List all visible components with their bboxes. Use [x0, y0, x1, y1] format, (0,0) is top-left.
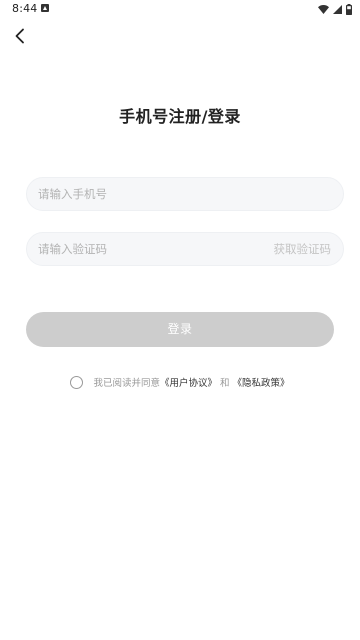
back-button[interactable] [8, 24, 32, 48]
agreement-and: 和 [220, 378, 230, 389]
get-code-button[interactable]: 获取验证码 [274, 233, 332, 265]
status-time: 8:44 [12, 2, 38, 15]
page-title: 手机号注册/登录 [119, 107, 241, 126]
battery-icon [346, 3, 352, 15]
status-bar: 8:44 [0, 0, 360, 18]
chevron-left-icon [15, 28, 24, 44]
phone-field [26, 177, 344, 211]
agreement-prefix: 我已阅读并同意 [93, 378, 160, 389]
verification-code-input[interactable] [38, 233, 238, 265]
phone-input[interactable] [38, 178, 328, 210]
code-field: 获取验证码 [26, 232, 344, 266]
login-button[interactable]: 登录 [26, 312, 334, 347]
agree-checkbox[interactable] [70, 375, 84, 389]
agreement-row: 我已阅读并同意 《用户协议》 和 《隐私政策》 [0, 374, 360, 390]
status-icons [318, 3, 352, 15]
notification-icon [41, 4, 49, 12]
signal-icon [333, 4, 342, 14]
privacy-policy-link[interactable]: 《隐私政策》 [233, 375, 290, 389]
user-agreement-link[interactable]: 《用户协议》 [160, 375, 217, 389]
wifi-icon [318, 4, 329, 14]
